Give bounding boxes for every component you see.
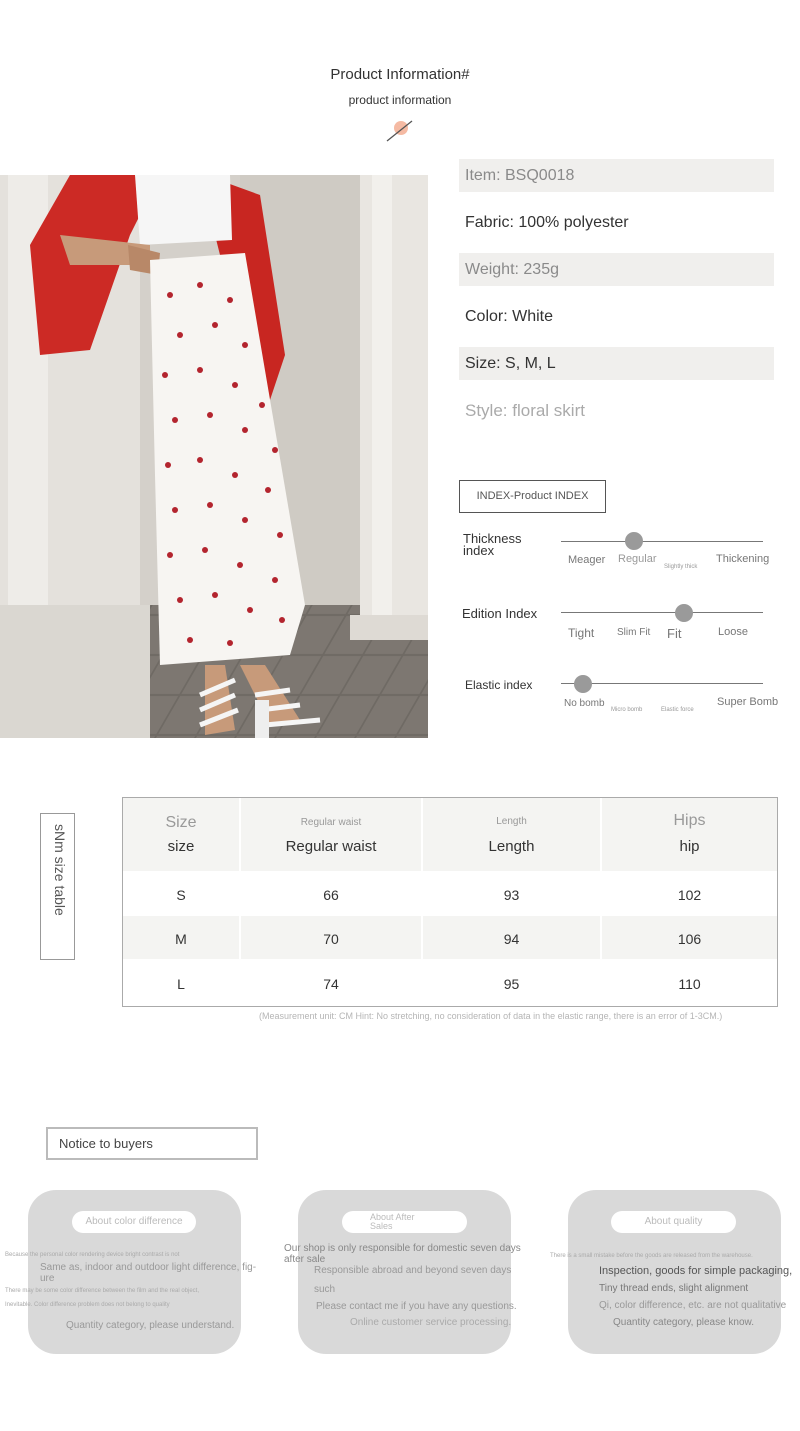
size-table-side-label: sNm size table: [40, 813, 75, 960]
notice-title: Notice to buyers: [46, 1127, 258, 1160]
card-text: Responsible abroad and beyond seven days: [314, 1265, 512, 1276]
decorative-mark-icon: [386, 120, 413, 142]
card-pill-line: Sales: [370, 1221, 393, 1231]
table-cell: S: [176, 887, 186, 903]
spec-fabric: Fabric: 100% polyester: [465, 214, 629, 231]
card-pill: About color difference: [72, 1211, 196, 1233]
product-photo: [0, 175, 428, 738]
measurement-note: (Measurement unit: CM Hint: No stretchin…: [259, 1011, 723, 1021]
thickness-tick: Thickening: [716, 553, 770, 565]
spec-item: Item: BSQ0018: [459, 159, 774, 192]
card-text: Online customer service processing.: [350, 1317, 512, 1328]
table-cell: M: [175, 931, 187, 947]
table-header-top: Length: [496, 816, 527, 827]
table-header: size: [167, 838, 195, 855]
page-subtitle: product information: [348, 93, 452, 107]
card-text: Qi, color difference, etc. are not quali…: [599, 1300, 787, 1311]
elastic-tick: Super Bomb: [717, 696, 779, 708]
edition-track: [561, 612, 763, 613]
table-cell: 94: [503, 931, 520, 947]
size-table: Size size Regular waist Regular waist Le…: [122, 797, 778, 1007]
table-cell: 110: [678, 976, 701, 992]
spec-color: Color: White: [465, 308, 554, 325]
card-text: Quantity category, please know.: [613, 1317, 755, 1328]
edition-tick: Tight: [568, 626, 595, 640]
elastic-tick-small: Micro bomb: [611, 707, 643, 713]
table-header-top: Hips: [673, 812, 706, 829]
card-text: after sale: [284, 1254, 326, 1265]
edition-tick: Slim Fit: [617, 627, 651, 638]
thickness-track: [561, 541, 763, 542]
card-pill: About quality: [611, 1211, 736, 1233]
table-cell: 95: [503, 976, 520, 992]
card-text: such: [314, 1284, 336, 1295]
thickness-tick: Regular: [618, 553, 657, 565]
card-text: Tiny thread ends, slight alignment: [599, 1283, 749, 1294]
table-cell: 70: [323, 931, 339, 947]
thickness-tick-small: Slightly thick: [664, 564, 698, 570]
card-text: Because the personal color rendering dev…: [5, 1252, 180, 1258]
thickness-knob: [625, 532, 643, 550]
elastic-knob: [574, 675, 592, 693]
card-pill: About After Sales: [342, 1211, 467, 1233]
spec-style: Style: floral skirt: [465, 401, 585, 420]
card-text: Our shop is only responsible for domesti…: [284, 1243, 521, 1254]
card-text: ure: [40, 1273, 55, 1284]
index-title: INDEX-Product INDEX: [459, 480, 606, 513]
elastic-tick: No bomb: [564, 698, 605, 709]
table-cell: 102: [677, 887, 702, 903]
table-header: Regular waist: [285, 838, 377, 855]
table-header: hip: [679, 838, 700, 855]
card-text: Quantity category, please understand.: [66, 1320, 235, 1331]
card-text: There may be some color difference betwe…: [5, 1288, 199, 1294]
thickness-label-line2: index: [463, 543, 495, 558]
card-text: Inspection, goods for simple packaging,: [599, 1265, 793, 1277]
table-cell: L: [177, 976, 185, 992]
card-text: Same as, indoor and outdoor light differ…: [40, 1262, 257, 1273]
edition-tick: Loose: [718, 626, 748, 638]
page-title: Product Information#: [330, 66, 470, 83]
table-cell: 74: [323, 976, 339, 992]
elastic-label: Elastic index: [465, 678, 533, 692]
edition-label: Edition Index: [462, 606, 538, 621]
table-header-top: Size: [165, 814, 197, 831]
table-header: Length: [488, 838, 535, 855]
table-cell: 93: [503, 887, 520, 903]
edition-tick: Fit: [667, 626, 682, 641]
card-text: Please contact me if you have any questi…: [316, 1301, 517, 1312]
elastic-tick-small: Elastic force: [661, 707, 694, 713]
card-text: There is a small mistake before the good…: [550, 1253, 753, 1259]
thickness-tick: Meager: [568, 554, 606, 566]
spec-size: Size: S, M, L: [459, 347, 774, 380]
table-cell: 66: [323, 887, 339, 903]
size-table-side-text: sNm size table: [52, 824, 68, 916]
edition-knob: [675, 604, 693, 622]
table-cell: 106: [677, 931, 702, 947]
card-text: Inevitable. Color difference problem doe…: [5, 1302, 170, 1308]
spec-weight: Weight: 235g: [459, 253, 774, 286]
table-header-top: Regular waist: [300, 817, 362, 828]
